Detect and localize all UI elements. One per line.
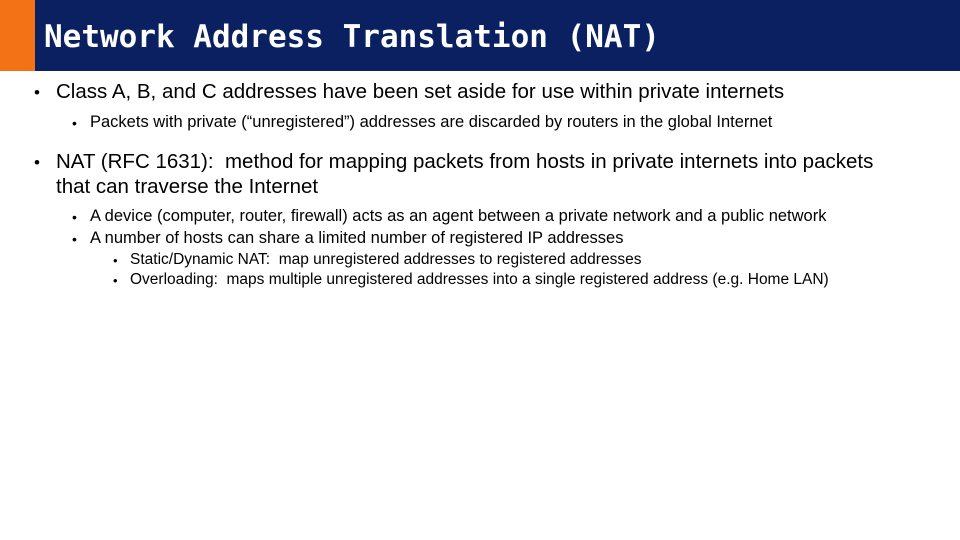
bullet-item: • Packets with private (“unregistered”) …: [0, 113, 960, 133]
slide-body: • Class A, B, and C addresses have been …: [0, 80, 960, 291]
slide-title-bar: Network Address Translation (NAT): [0, 0, 960, 71]
bullet-marker-icon: •: [34, 83, 40, 102]
bullet-marker-icon: •: [34, 153, 40, 172]
bullet-text: A device (computer, router, firewall) ac…: [90, 207, 827, 225]
slide: Network Address Translation (NAT) • Clas…: [0, 0, 960, 540]
bullet-item: • A device (computer, router, firewall) …: [0, 207, 960, 227]
bullet-marker-icon: •: [72, 115, 77, 131]
bullet-item: • Static/Dynamic NAT: map unregistered a…: [0, 251, 960, 270]
bullet-marker-icon: •: [72, 209, 77, 225]
bullet-marker-icon: •: [113, 253, 118, 268]
bullet-item: • Class A, B, and C addresses have been …: [0, 80, 960, 105]
bullet-text: Static/Dynamic NAT: map unregistered add…: [130, 251, 642, 268]
bullet-marker-icon: •: [72, 231, 77, 247]
bullet-item: • Overloading: maps multiple unregistere…: [0, 271, 960, 290]
bullet-item: • NAT (RFC 1631): method for mapping pac…: [0, 150, 960, 199]
bullet-item: • A number of hosts can share a limited …: [0, 229, 960, 249]
bullet-text: Overloading: maps multiple unregistered …: [130, 271, 829, 288]
bullet-text: NAT (RFC 1631): method for mapping packe…: [56, 150, 880, 198]
bullet-text: Packets with private (“unregistered”) ad…: [90, 113, 773, 131]
page-title: Network Address Translation (NAT): [44, 19, 660, 55]
bullet-marker-icon: •: [113, 273, 118, 288]
bullet-text: A number of hosts can share a limited nu…: [90, 229, 624, 247]
bullet-text: Class A, B, and C addresses have been se…: [56, 80, 785, 103]
title-accent-block: [0, 0, 35, 71]
